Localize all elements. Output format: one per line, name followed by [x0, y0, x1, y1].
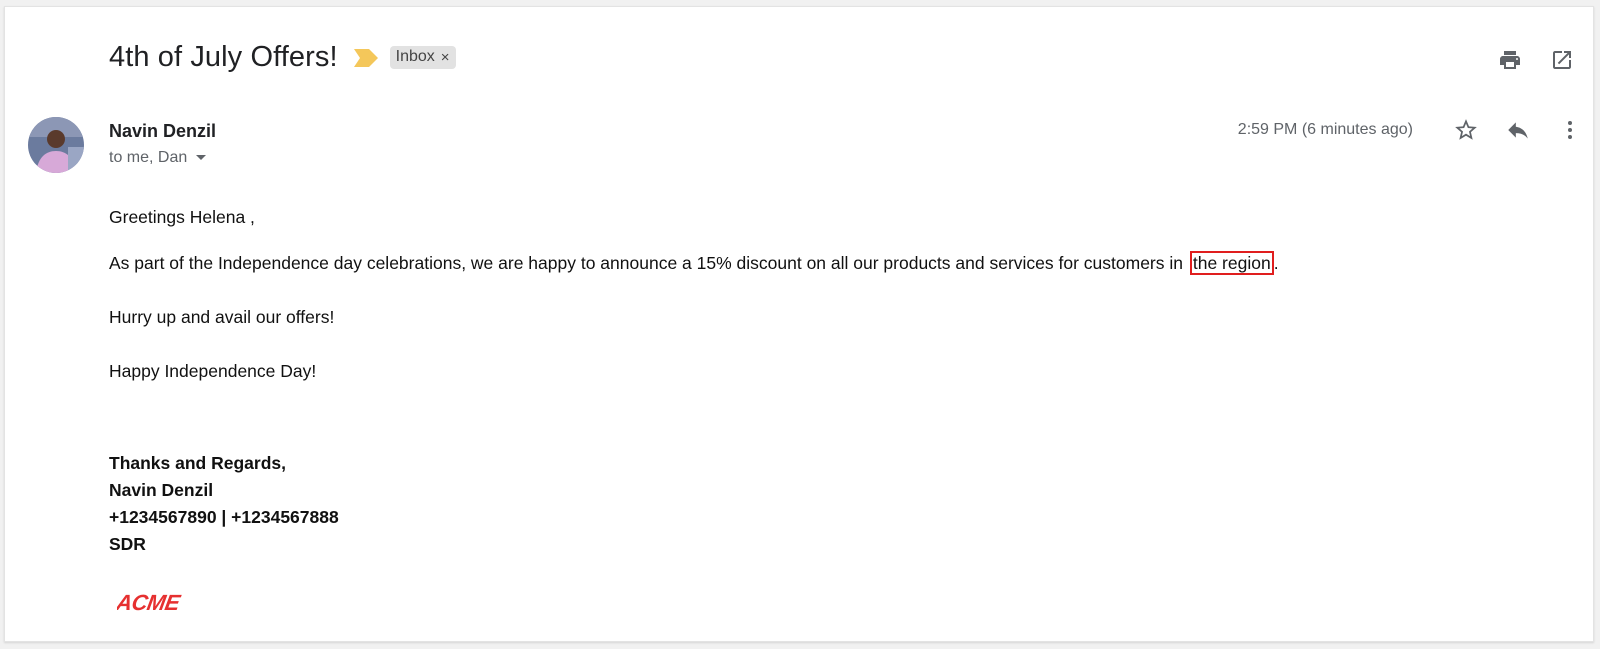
sender-avatar[interactable] [28, 117, 84, 173]
greeting-text: Greetings Helena , [109, 207, 255, 227]
thread-actions [1495, 45, 1577, 75]
more-vert-icon[interactable] [1555, 115, 1585, 145]
signature-closing: Thanks and Regards, [109, 453, 286, 473]
recipients-line: to me, Dan [109, 149, 207, 167]
body-paragraph-hurry: Hurry up and avail our offers! [109, 307, 335, 327]
offer-text: As part of the Independence day celebrat… [109, 253, 1188, 273]
highlighted-region-text: the region [1189, 251, 1274, 275]
signature-name: Navin Denzil [109, 480, 214, 500]
offer-text-end: . [1273, 253, 1279, 273]
email-subject: 4th of July Offers! [109, 41, 338, 73]
email-timestamp: 2:59 PM (6 minutes ago) [1237, 121, 1413, 138]
svg-text:ACME: ACME [117, 590, 183, 615]
subject-row: 4th of July Offers! Inbox × [109, 41, 456, 74]
open-in-new-window-icon[interactable] [1547, 45, 1577, 75]
star-icon[interactable] [1451, 115, 1481, 145]
email-card: 4th of July Offers! Inbox × Navin Denzil… [4, 6, 1594, 642]
reply-icon[interactable] [1503, 115, 1533, 145]
recipients-text: to me, Dan [109, 149, 188, 166]
signature-phones: +1234567890 | +1234567888 [109, 507, 339, 527]
signature-title: SDR [109, 534, 146, 554]
print-icon[interactable] [1495, 45, 1525, 75]
inbox-label-chip: Inbox × [389, 46, 456, 69]
body-paragraph-greeting: Happy Independence Day! [109, 361, 317, 381]
importance-marker-icon[interactable] [353, 48, 378, 67]
body-paragraph-offer: As part of the Independence day celebrat… [109, 251, 1279, 275]
acme-logo: ACME [113, 589, 187, 620]
signature-block: Thanks and Regards, Navin Denzil +123456… [109, 450, 339, 558]
inbox-label-text: Inbox [395, 48, 435, 65]
sender-name[interactable]: Navin Denzil [109, 121, 216, 142]
caret-down-icon[interactable] [195, 149, 207, 167]
message-actions [1451, 115, 1585, 145]
remove-label-button[interactable]: × [441, 50, 450, 65]
